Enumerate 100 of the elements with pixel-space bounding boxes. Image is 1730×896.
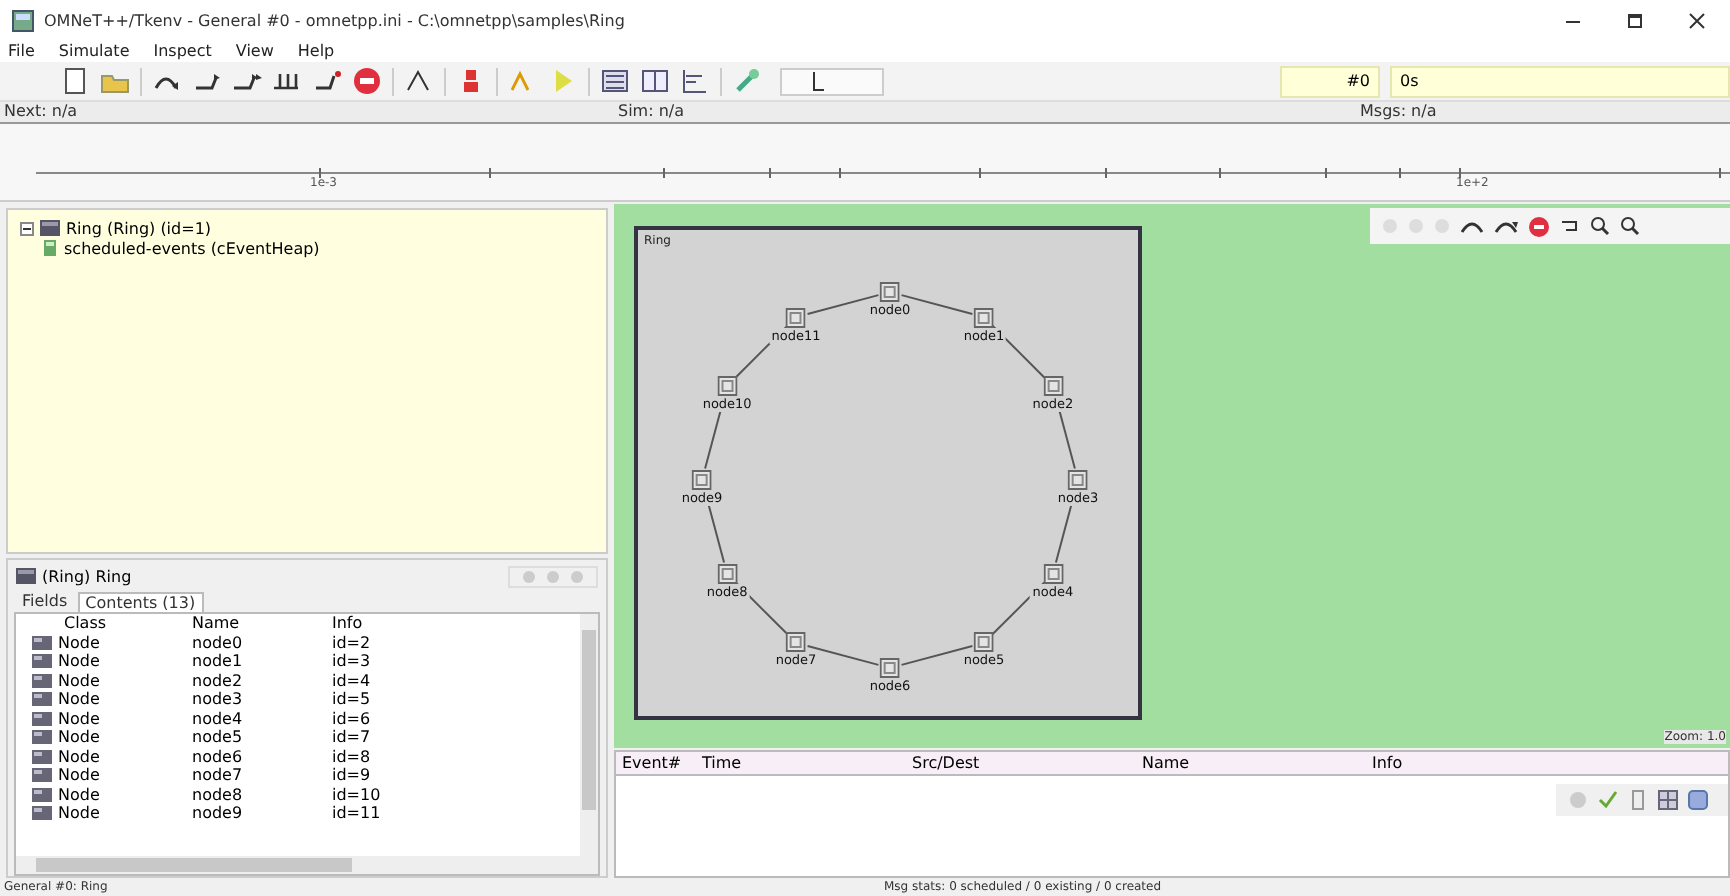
node-icon: [32, 635, 52, 650]
stop-icon[interactable]: [352, 66, 382, 96]
node-icon: [32, 787, 52, 802]
table-cell-text: id=8: [332, 747, 373, 766]
slider-thumb-icon[interactable]: [812, 71, 825, 91]
menu-item[interactable]: File: [8, 42, 35, 60]
document-icon[interactable]: [60, 66, 90, 96]
column-header[interactable]: Time: [702, 754, 912, 772]
close-icon[interactable]: [1688, 11, 1706, 29]
sim-time-field: 0s: [1390, 65, 1730, 97]
table-cell-text: node0: [192, 633, 245, 652]
node-icon: [32, 711, 52, 726]
window-icon[interactable]: [640, 66, 670, 96]
node-icon[interactable]: [1042, 564, 1063, 584]
node-icon[interactable]: [717, 376, 738, 396]
table-cell-text: id=11: [332, 804, 383, 823]
queue-icon: [44, 240, 58, 256]
node-icon[interactable]: [692, 470, 712, 490]
tree-item[interactable]: scheduled-events (cEventHeap): [64, 239, 320, 257]
table-cell-text: id=5: [332, 690, 373, 709]
node-icon: [32, 673, 52, 688]
column-header[interactable]: Src/Dest: [912, 754, 1142, 772]
column-header[interactable]: Info: [332, 614, 580, 633]
table-cell: Node: [58, 709, 100, 728]
table-cell-text: id=10: [332, 785, 383, 804]
zoom-out-icon[interactable]: [1620, 216, 1640, 236]
node-icon: [32, 692, 52, 707]
list-icon[interactable]: [600, 66, 630, 96]
chart-icon[interactable]: [680, 66, 710, 96]
table-cell-text: id=2: [332, 633, 373, 652]
table-cell-text: id=6: [332, 709, 373, 728]
zoom-in-icon[interactable]: [1590, 216, 1610, 236]
node-icon[interactable]: [880, 282, 900, 302]
inspector-title: (Ring) Ring: [42, 567, 134, 585]
node-icon: [32, 654, 52, 669]
table-cell: Node: [58, 766, 100, 785]
table-cell-text: id=7: [332, 728, 373, 747]
table-cell-text: id=4: [332, 671, 373, 690]
menu-item[interactable]: Help: [297, 42, 335, 60]
tree-item[interactable]: Ring (Ring) (id=1): [66, 219, 212, 237]
node-icon: [32, 768, 52, 783]
table-cell: Node: [58, 804, 100, 823]
run-until-icon[interactable]: [312, 66, 342, 96]
window-title: OMNeT++/Tkenv - General #0 - omnetpp.ini - C:\omnetpp\samples\Ring: [44, 11, 627, 29]
column-header[interactable]: Info: [1372, 754, 1728, 772]
maximize-icon[interactable]: [1626, 11, 1644, 29]
table-cell-text: id=9: [332, 766, 373, 785]
table-cell-text: node3: [192, 690, 245, 709]
grid-icon[interactable]: [1658, 790, 1678, 810]
wrench-icon[interactable]: [732, 66, 762, 96]
table-cell-text: node9: [192, 804, 245, 823]
run-icon[interactable]: [1494, 216, 1518, 236]
menu-item[interactable]: View: [235, 42, 274, 60]
table-cell: Node: [58, 785, 100, 804]
speed-slider[interactable]: [780, 67, 884, 95]
finish-icon[interactable]: [404, 66, 434, 96]
node-icon[interactable]: [880, 658, 900, 678]
table-cell: Node: [58, 747, 100, 766]
column-header[interactable]: Event#: [622, 754, 702, 772]
info-label: Sim: n/a: [616, 102, 686, 122]
node-icon[interactable]: [974, 632, 994, 653]
table-cell-text: node1: [192, 652, 245, 671]
node-icon[interactable]: [1068, 470, 1088, 490]
info-label: Msgs: n/a: [1358, 102, 1439, 122]
table-cell-text: node7: [192, 766, 245, 785]
node-icon[interactable]: [974, 307, 994, 328]
event-counter: #0: [1280, 65, 1380, 97]
table-cell-text: node4: [192, 709, 245, 728]
column-header[interactable]: Name: [1142, 754, 1372, 772]
menu-item[interactable]: Simulate: [58, 42, 130, 60]
node-icon: [32, 730, 52, 745]
node-icon[interactable]: [786, 307, 806, 328]
info-label: Next: n/a: [2, 102, 80, 122]
node-icon[interactable]: [786, 632, 806, 653]
tab[interactable]: Fields: [16, 592, 74, 610]
table-cell-text: node2: [192, 671, 245, 690]
module-icon: [16, 568, 36, 584]
table-cell: Node: [58, 633, 100, 652]
column-header[interactable]: Name: [192, 614, 332, 633]
table-cell: Node: [58, 671, 100, 690]
node-icon: [32, 749, 52, 764]
node-icon: [32, 806, 52, 821]
menu-item[interactable]: Inspect: [153, 42, 212, 60]
table-cell-text: node6: [192, 747, 245, 766]
check-icon[interactable]: [1598, 790, 1618, 810]
node-icon[interactable]: [1042, 376, 1063, 396]
table-cell-text: node5: [192, 728, 245, 747]
save-icon[interactable]: [1688, 790, 1708, 810]
collapse-icon[interactable]: [20, 221, 34, 235]
table-cell: Node: [58, 690, 100, 709]
table-cell: Node: [58, 728, 100, 747]
tab[interactable]: Contents (13): [77, 592, 204, 612]
stop-icon[interactable]: [1528, 215, 1550, 237]
app-icon: [12, 9, 34, 31]
table-cell-text: node8: [192, 785, 245, 804]
page-icon[interactable]: [1628, 790, 1648, 810]
table-cell-text: id=3: [332, 652, 373, 671]
column-header[interactable]: Class: [32, 614, 192, 633]
node-icon[interactable]: [717, 564, 738, 584]
module-icon: [40, 220, 60, 236]
